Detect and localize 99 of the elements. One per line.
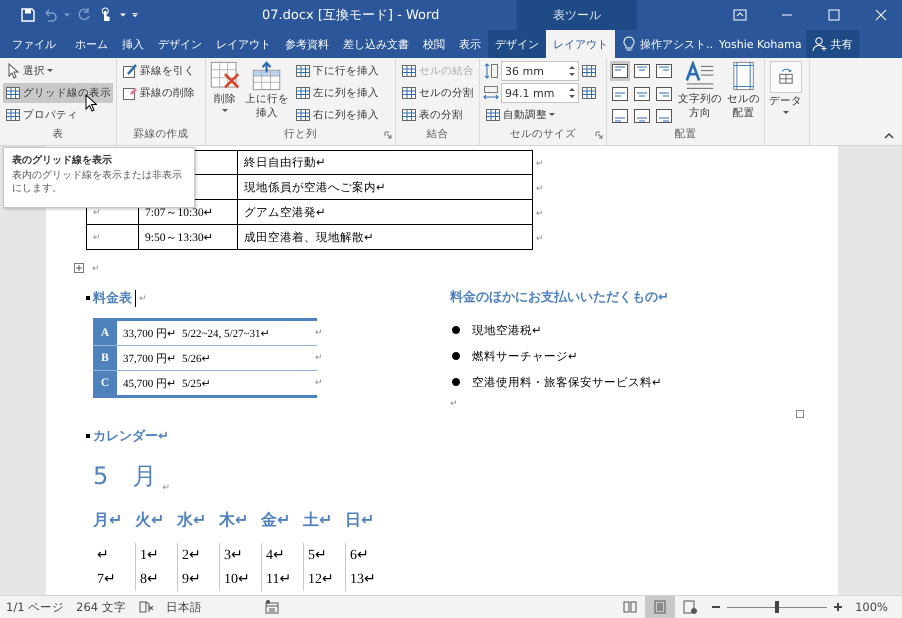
ribbon-button[interactable]: 罫線の削除 xyxy=(120,83,197,103)
table-cell-text: 5/25↵ xyxy=(181,376,211,392)
weekday-label: 金↵ xyxy=(261,510,292,531)
table-cell: A xyxy=(93,321,117,345)
context-title: 表ツール xyxy=(517,0,637,30)
group-label: 表 xyxy=(52,127,64,142)
section-heading: 料金のほかにお支払いいただくもの↵ xyxy=(450,289,669,307)
date-cell: 10↵ xyxy=(219,567,261,591)
date-cell: 11↵ xyxy=(261,567,303,591)
ribbon-button[interactable]: 左に列を挿入 xyxy=(293,83,381,103)
ribbon-button[interactable]: 文字列の 方向 xyxy=(677,61,723,127)
row-end-mark: ↵ xyxy=(315,327,323,337)
window-title: 07.docx [互換モード] - Word xyxy=(262,7,440,24)
table-cell: グアム空港発↵ xyxy=(238,200,533,225)
ribbon-button[interactable]: セルの 配置 xyxy=(726,61,761,127)
ribbon-tab[interactable]: レイアウト xyxy=(209,30,278,58)
date-cell: 2↵ xyxy=(177,543,219,567)
section-heading: 料金表 xyxy=(93,290,132,307)
zoom-level[interactable]: 100% xyxy=(855,600,902,614)
share-button[interactable]: 共有 xyxy=(806,30,859,58)
ribbon-tab[interactable]: 参考資料 xyxy=(278,30,336,58)
word-count[interactable]: 264 文字 xyxy=(76,600,126,614)
ribbon-tab[interactable]: 表示 xyxy=(452,30,488,58)
ribbon-tab[interactable]: 差し込み文書 xyxy=(336,30,416,58)
date-cell-text: ↵ xyxy=(96,547,110,565)
paragraph-mark: ↵ xyxy=(450,398,459,408)
table-cell: 9:50～13:30↵ xyxy=(139,225,238,250)
ribbon-button[interactable]: 削除 xyxy=(209,61,241,127)
group-label: 罫線の作成 xyxy=(134,127,188,142)
date-cell: 12↵ xyxy=(303,567,345,591)
weekday-label: 日↵ xyxy=(345,510,376,531)
date-cell: 13↵ xyxy=(345,567,387,591)
group-label: 結合 xyxy=(426,127,448,142)
paragraph-mark: ↵ xyxy=(162,482,170,492)
size-field[interactable]: 94.1 mm xyxy=(501,83,579,103)
table-cell-text: 33,700 円↵ xyxy=(122,326,176,342)
group-label: 配置 xyxy=(674,127,696,142)
date-cell: 8↵ xyxy=(135,567,177,591)
weekday-label: 水↵ xyxy=(177,510,208,531)
ribbon-button[interactable]: 表の分割 xyxy=(399,105,476,125)
date-cell: 4↵ xyxy=(261,543,303,567)
table-cell: C xyxy=(93,371,117,395)
table-cell: 成田空港着、現地解散↵ xyxy=(238,225,533,250)
ribbon-button[interactable]: 自動調整 xyxy=(483,105,597,125)
tooltip-title: 表のグリッド線を表示 xyxy=(12,154,113,167)
tooltip-text: 表内のグリッド線を表示または非表示にします。 xyxy=(12,170,183,195)
date-cell-text: 7↵ xyxy=(96,571,117,589)
language-label[interactable]: 日本語 xyxy=(166,600,202,614)
tell-me-field[interactable]: 操作アシスト.. xyxy=(640,36,713,52)
ribbon-tab[interactable]: デザイン xyxy=(488,30,546,58)
ribbon-button[interactable]: 上に行を 挿入 xyxy=(244,61,290,127)
page-count[interactable]: 1/1 ページ xyxy=(6,600,64,614)
section-heading: カレンダー↵ xyxy=(93,428,169,445)
table-cell-text: 45,700 円↵ xyxy=(122,376,176,392)
ribbon-button[interactable]: 罫線を引く xyxy=(120,61,197,81)
ribbon-tab[interactable]: デザイン xyxy=(151,30,209,58)
table-cell-text: 5/26↵ xyxy=(181,352,211,366)
row-end-mark: ↵ xyxy=(535,182,544,194)
ribbon-button[interactable]: 右に列を挿入 xyxy=(293,105,381,125)
list-item: 燃料サーチャージ↵ xyxy=(472,350,578,364)
table-cell-text: 37,700 円↵ xyxy=(122,352,176,366)
row-end-mark: ↵ xyxy=(315,377,323,387)
ribbon-tab[interactable]: 校閲 xyxy=(416,30,452,58)
list-item: 空港使用料・旅客保安サービス料↵ xyxy=(472,375,662,390)
ribbon-tab[interactable]: ファイル xyxy=(0,30,68,58)
ribbon-tab[interactable]: ホーム xyxy=(68,30,115,58)
date-cell: 6↵ xyxy=(345,543,387,567)
table-cell: 現地係員が空港へご案内↵ xyxy=(238,175,533,200)
month-title: 5 月 xyxy=(93,461,156,492)
group-label: セルのサイズ xyxy=(510,127,576,142)
user-name[interactable]: Yoshie Kohama xyxy=(713,30,802,58)
ribbon-button[interactable]: グリッド線の表示 xyxy=(3,83,113,103)
table-cell: ↵ xyxy=(86,225,139,250)
table-cell: 終日自由行動↵ xyxy=(238,150,533,175)
ribbon-button[interactable]: 選択 xyxy=(3,61,113,81)
row-end-mark: ↵ xyxy=(315,352,323,362)
ribbon-tab[interactable]: レイアウト xyxy=(546,30,615,58)
row-end-mark: ↵ xyxy=(535,232,544,244)
ribbon-button[interactable]: 下に行を挿入 xyxy=(293,61,381,81)
date-cell: 1↵ xyxy=(135,543,177,567)
row-end-mark: ↵ xyxy=(535,156,544,170)
date-cell: 5↵ xyxy=(303,543,345,567)
paragraph-mark: ↵ xyxy=(92,263,100,273)
table-cell-text: 5/22~24, 5/27~31↵ xyxy=(181,326,270,342)
ribbon-tab[interactable]: 挿入 xyxy=(115,30,151,58)
group-label: 行と列 xyxy=(284,127,317,142)
list-item: 現地空港税↵ xyxy=(472,323,542,338)
ribbon-button[interactable]: セルの分割 xyxy=(399,83,476,103)
date-cell: 3↵ xyxy=(219,543,261,567)
weekday-label: 土↵ xyxy=(303,510,334,531)
size-field[interactable]: 36 mm xyxy=(501,61,579,81)
paragraph-mark: ↵ xyxy=(139,293,147,303)
weekday-label: 火↵ xyxy=(135,510,166,531)
weekday-label: 木↵ xyxy=(219,510,250,531)
table-cell: B xyxy=(93,346,117,370)
row-end-mark: ↵ xyxy=(535,206,544,220)
date-cell: 9↵ xyxy=(177,567,219,591)
weekday-label: 月↵ xyxy=(93,510,124,531)
ribbon-button[interactable]: データ xyxy=(768,61,803,145)
